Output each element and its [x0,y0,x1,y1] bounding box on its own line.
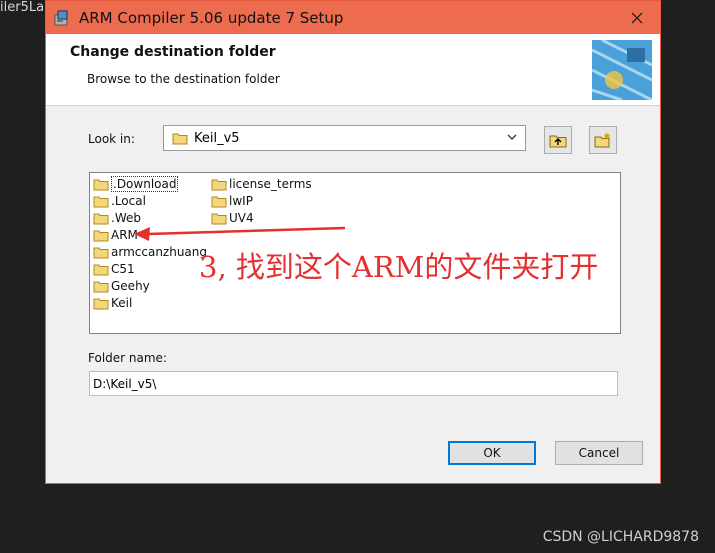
folder-up-icon [549,135,567,148]
folder-icon [93,196,109,207]
folder-icon [93,247,109,258]
annotation-arrow [134,226,346,241]
close-button[interactable] [626,7,648,29]
folder-name-label: Folder name: [88,351,167,365]
chevron-down-icon [507,134,517,140]
close-icon [631,12,643,24]
list-item[interactable]: .Download [93,176,179,192]
annotation-text: 3, 找到这个ARM的文件夹打开 [199,250,599,284]
folder-icon [93,213,109,224]
folder-icon [211,196,227,207]
list-item[interactable]: .Local [93,193,146,209]
list-item[interactable]: lwIP [211,193,253,209]
title-bar[interactable]: ARM Compiler 5.06 update 7 Setup [46,1,660,34]
background-window-text: iler5La [0,0,45,15]
look-in-value: Keil_v5 [194,130,240,146]
list-item-label: .Download [111,176,179,192]
list-item-label: license_terms [229,177,312,191]
folder-icon [93,281,109,292]
folder-icon [93,179,109,190]
list-item-label: .Local [111,194,146,208]
folder-icon [93,298,109,309]
folder-icon [172,133,188,144]
page-subtitle: Browse to the destination folder [87,72,280,86]
look-in-dropdown[interactable]: Keil_v5 [163,125,526,151]
folder-icon [93,230,109,241]
setup-banner-logo [592,40,652,100]
list-item-label: armccanzhuang [111,245,208,259]
watermark: CSDN @LICHARD9878 [542,529,699,545]
new-folder-button[interactable] [589,126,617,154]
folder-name-value: D:\Keil_v5\ [93,376,157,391]
folder-name-field[interactable]: D:\Keil_v5\ [89,371,618,396]
up-one-level-button[interactable] [544,126,572,154]
new-folder-icon [594,133,610,148]
look-in-label: Look in: [88,132,135,146]
list-item-label: C51 [111,262,135,276]
header-banner: Change destination folder Browse to the … [46,34,660,106]
folder-icon [93,264,109,275]
list-item-label: lwIP [229,194,253,208]
list-item[interactable]: Geehy [93,278,150,294]
window-title: ARM Compiler 5.06 update 7 Setup [79,8,344,27]
setup-dialog: ARM Compiler 5.06 update 7 Setup Change … [45,0,661,484]
folder-icon [211,179,227,190]
list-item[interactable]: license_terms [211,176,312,192]
list-item[interactable]: C51 [93,261,135,277]
cancel-button[interactable]: Cancel [555,441,643,465]
ok-button[interactable]: OK [448,441,536,465]
list-item-label: Geehy [111,279,150,293]
page-title: Change destination folder [70,44,276,60]
list-item[interactable]: Keil [93,295,132,311]
list-item-label: Keil [111,296,133,310]
installer-icon [54,10,68,25]
list-item[interactable]: armccanzhuang [93,244,207,260]
